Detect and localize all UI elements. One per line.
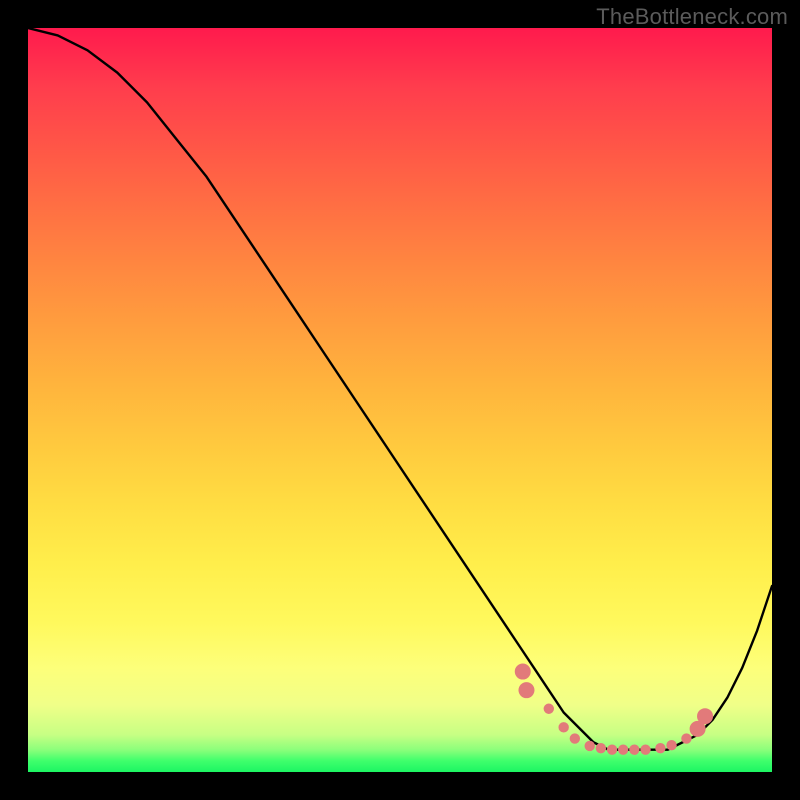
optimal-dot [629, 744, 639, 754]
optimal-range-dots-group [515, 664, 713, 755]
plot-area [28, 28, 772, 772]
optimal-dot [607, 744, 617, 754]
optimal-dot [596, 743, 606, 753]
optimal-dot [697, 708, 713, 724]
optimal-dot [518, 682, 534, 698]
optimal-dot [515, 664, 531, 680]
optimal-dot [618, 744, 628, 754]
optimal-dot [655, 743, 665, 753]
watermark-text: TheBottleneck.com [596, 4, 788, 30]
optimal-dot [558, 722, 568, 732]
curve-layer [28, 28, 772, 772]
optimal-dot [544, 704, 554, 714]
optimal-dot [585, 741, 595, 751]
optimal-dot [640, 744, 650, 754]
chart-frame: TheBottleneck.com [0, 0, 800, 800]
optimal-dot [570, 733, 580, 743]
optimal-dot [666, 740, 676, 750]
bottleneck-curve-line [28, 28, 772, 750]
optimal-dot [681, 733, 691, 743]
